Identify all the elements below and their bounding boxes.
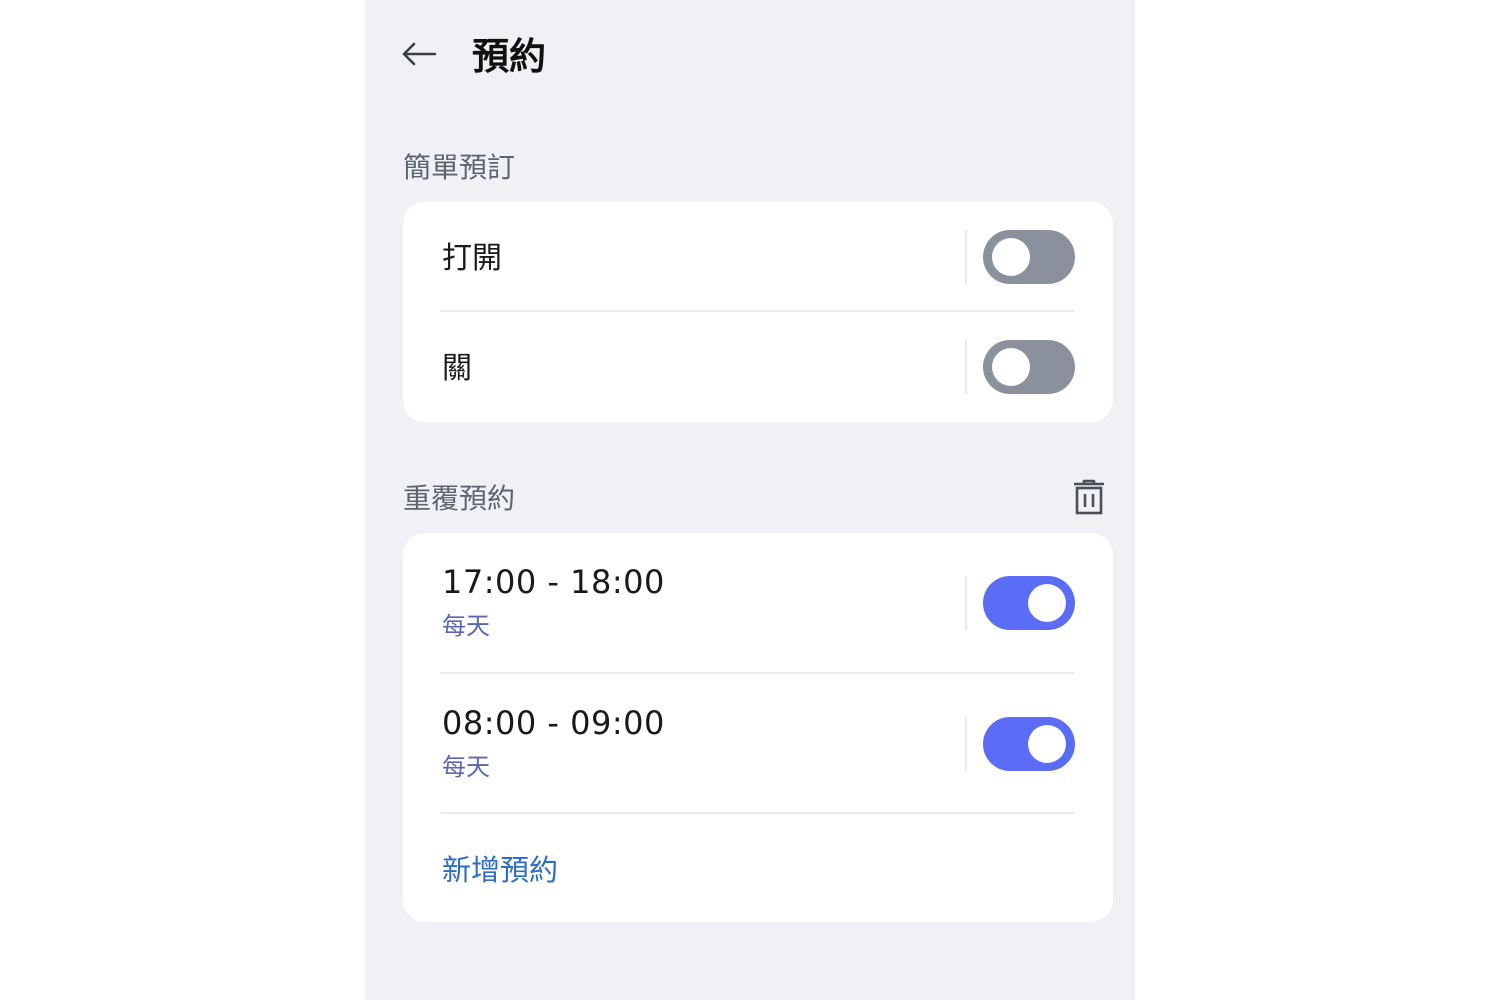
back-button[interactable]: [393, 30, 445, 78]
repeat-booking-card: 17:00 - 18:00 每天 08:00 - 09:00 每天 新增預約: [403, 533, 1113, 922]
toggle-knob: [992, 238, 1030, 276]
simple-row-close: 關: [403, 312, 1113, 422]
add-schedule-link[interactable]: 新增預約: [442, 850, 558, 890]
arrow-left-icon: [402, 42, 437, 66]
toggle-knob: [1028, 725, 1066, 763]
toggle-open[interactable]: [983, 230, 1075, 284]
trash-icon: [1074, 479, 1104, 515]
page-title: 預約: [472, 35, 546, 78]
schedule-repeat: 每天: [442, 612, 490, 640]
schedule-time: 17:00 - 18:00: [442, 563, 665, 601]
toggle-knob: [992, 348, 1030, 386]
divider: [965, 230, 967, 284]
section-label-simple: 簡單預訂: [403, 151, 516, 184]
row-label-open: 打開: [442, 241, 502, 276]
toggle-schedule-2[interactable]: [983, 717, 1075, 771]
toggle-schedule-1[interactable]: [983, 576, 1075, 630]
schedule-time: 08:00 - 09:00: [442, 704, 665, 742]
delete-button[interactable]: [1069, 476, 1109, 518]
schedule-row[interactable]: 08:00 - 09:00 每天: [403, 674, 1113, 814]
schedule-repeat: 每天: [442, 753, 490, 781]
screen: 預約 簡單預訂 打開 關 重覆預約 17:00 - 18:00 每天 08:00…: [365, 0, 1135, 1000]
divider: [965, 340, 967, 394]
section-label-repeat: 重覆預約: [403, 482, 516, 515]
simple-booking-card: 打開 關: [403, 202, 1113, 422]
toggle-close[interactable]: [983, 340, 1075, 394]
divider: [965, 717, 967, 771]
row-label-close: 關: [442, 351, 472, 386]
row-divider: [441, 812, 1075, 814]
header: 預約: [365, 0, 1135, 110]
divider: [965, 576, 967, 630]
toggle-knob: [1028, 584, 1066, 622]
simple-row-open: 打開: [403, 202, 1113, 312]
schedule-row[interactable]: 17:00 - 18:00 每天: [403, 533, 1113, 673]
